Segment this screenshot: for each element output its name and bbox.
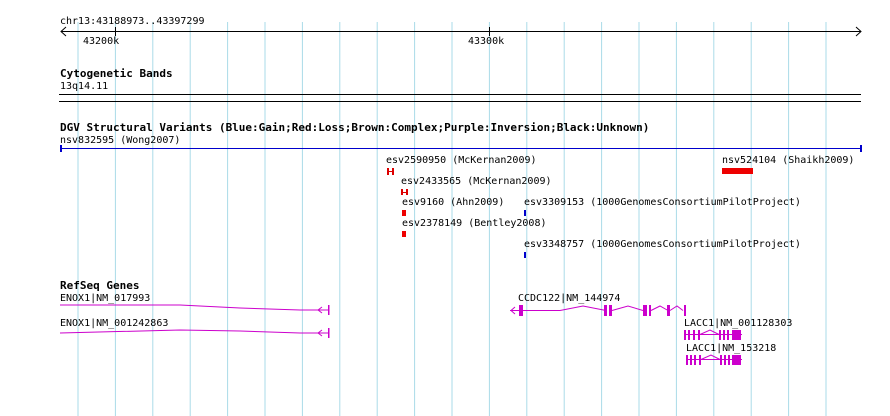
gene-enox1-nm001242863-feature[interactable] xyxy=(59,328,330,338)
variant-esv9160-feature[interactable] xyxy=(402,210,406,216)
variant-label[interactable]: esv2378149 (Bentley2008) xyxy=(402,218,547,229)
ruler-label-43200k: 43200k xyxy=(83,36,120,47)
variant-label[interactable]: esv9160 (Ahn2009) xyxy=(402,197,504,208)
gene-label[interactable]: LACC1|NM_001128303 xyxy=(684,318,792,329)
gene-lacc1-nm001128303-feature[interactable] xyxy=(684,329,742,340)
variant-nsv832595-feature[interactable] xyxy=(60,145,862,152)
genome-browser: chr13:43188973..43397299 43200k 43300k C… xyxy=(0,0,890,416)
variant-label[interactable]: esv3309153 (1000GenomesConsortiumPilotPr… xyxy=(524,197,801,208)
variant-label[interactable]: nsv524104 (Shaikh2009) xyxy=(722,155,854,166)
variant-esv3309153-feature[interactable] xyxy=(524,210,526,216)
variant-esv2378149-feature[interactable] xyxy=(402,231,406,237)
track-title-refseq-genes: RefSeq Genes xyxy=(60,279,140,292)
variant-esv3348757-feature[interactable] xyxy=(524,252,526,258)
gene-label[interactable]: ENOX1|NM_017993 xyxy=(60,293,150,304)
variant-esv2433565-feature[interactable] xyxy=(401,189,408,195)
gene-ccdc122-feature[interactable] xyxy=(510,305,686,316)
gene-label[interactable]: LACC1|NM_153218 xyxy=(686,343,776,354)
gene-label[interactable]: ENOX1|NM_001242863 xyxy=(60,318,168,329)
variant-nsv524104-feature[interactable] xyxy=(722,168,753,174)
gene-enox1-nm017993-feature[interactable] xyxy=(60,304,330,315)
gene-label[interactable]: CCDC122|NM_144974 xyxy=(518,293,620,304)
variant-esv2590950-feature[interactable] xyxy=(387,168,394,175)
ruler-label-43300k: 43300k xyxy=(468,36,505,47)
variant-label[interactable]: nsv832595 (Wong2007) xyxy=(60,135,180,146)
variant-label[interactable]: esv2590950 (McKernan2009) xyxy=(386,155,537,166)
track-title-cytogenetic-bands: Cytogenetic Bands xyxy=(60,67,173,80)
cytoband-label[interactable]: 13q14.11 xyxy=(60,81,108,92)
variant-label[interactable]: esv2433565 (McKernan2009) xyxy=(401,176,552,187)
region-range-label: chr13:43188973..43397299 xyxy=(60,16,205,27)
variant-label[interactable]: esv3348757 (1000GenomesConsortiumPilotPr… xyxy=(524,239,801,250)
track-title-dgv: DGV Structural Variants (Blue:Gain;Red:L… xyxy=(60,121,650,134)
